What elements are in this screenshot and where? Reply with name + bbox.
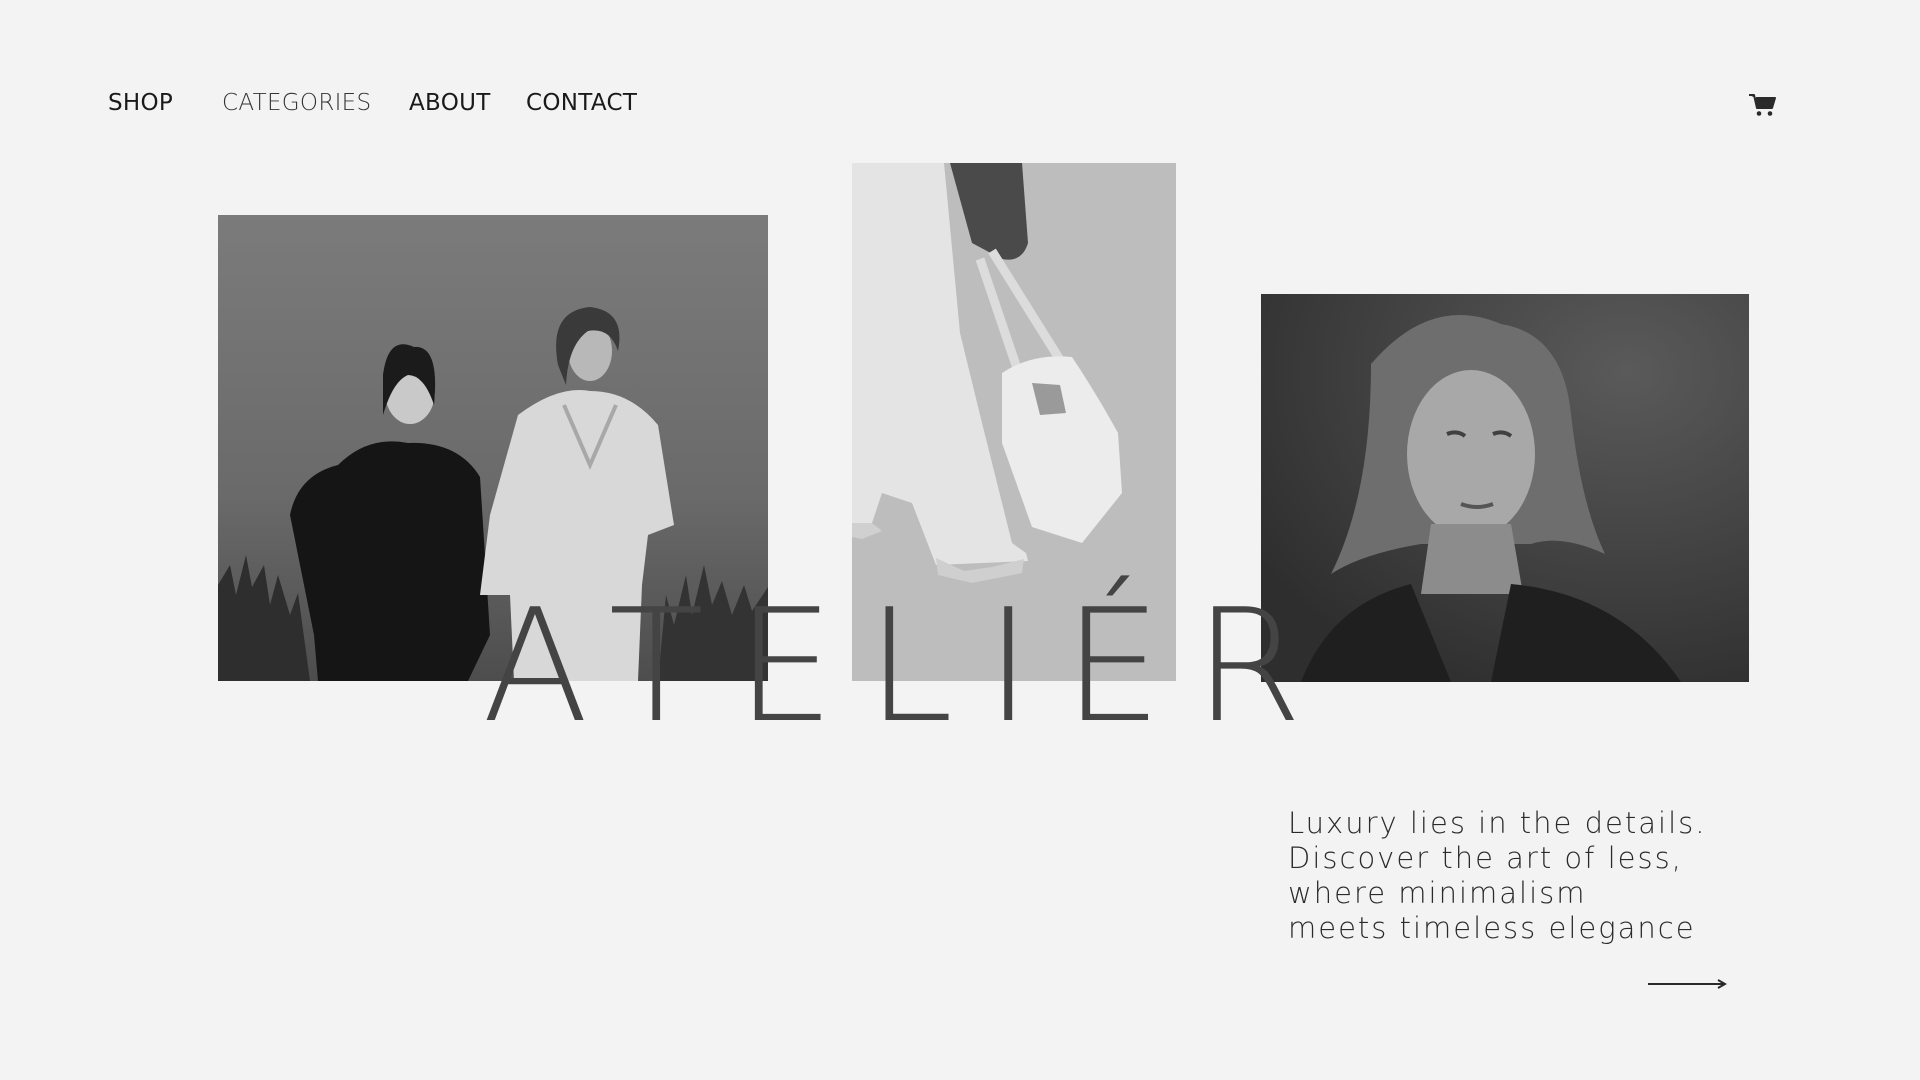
nav-contact[interactable]: CONTACT	[526, 90, 637, 116]
tagline-line: meets timeless elegance	[1288, 911, 1696, 945]
nav-categories[interactable]: CATEGORIES	[222, 90, 371, 116]
shopping-cart-icon[interactable]	[1748, 92, 1778, 118]
arrow-right-icon[interactable]	[1648, 976, 1728, 992]
nav-about[interactable]: ABOUT	[409, 90, 491, 116]
tagline-line: Luxury lies in the details.	[1288, 806, 1707, 840]
tagline: Luxury lies in the details. Discover the…	[1288, 806, 1728, 946]
brand-wordmark: ATELIÉR	[482, 575, 1335, 757]
tagline-line: Discover the art of less,	[1288, 841, 1683, 875]
nav-shop[interactable]: SHOP	[108, 90, 173, 116]
tagline-line: where minimalism	[1288, 876, 1587, 910]
